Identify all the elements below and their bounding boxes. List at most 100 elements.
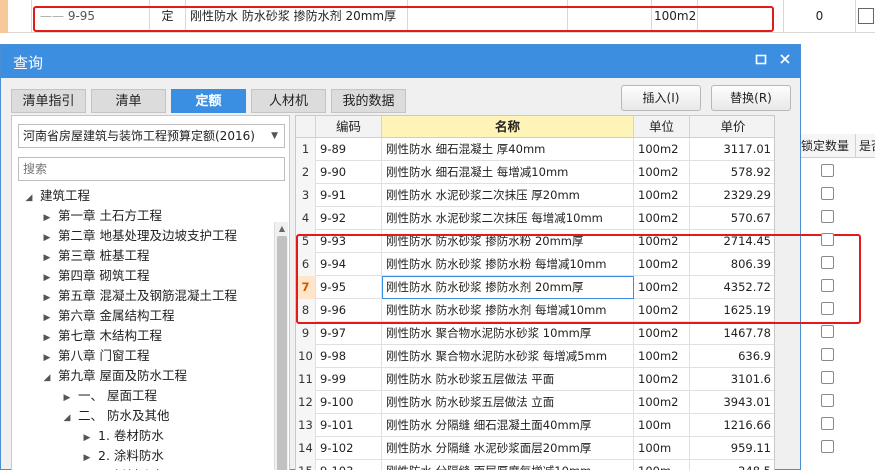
header-name[interactable]: 名称	[382, 116, 634, 138]
highlight-box-top	[33, 6, 774, 32]
tree-item[interactable]: ▶ 第四章 砌筑工程	[40, 266, 150, 288]
tab-list[interactable]: 清单	[91, 89, 166, 113]
cell-unit: 100m2	[634, 161, 690, 184]
tree-item[interactable]: ▶ 第七章 木结构工程	[40, 326, 162, 346]
bg-checkbox[interactable]	[858, 8, 874, 24]
tree-scrollbar[interactable]: ▲	[274, 222, 288, 470]
collapsed-arrow-icon[interactable]: ▶	[40, 208, 54, 228]
locked-qty-checkbox[interactable]	[821, 256, 834, 269]
scroll-up-icon[interactable]: ▲	[275, 222, 289, 236]
expanded-arrow-icon[interactable]: ◢	[40, 368, 54, 388]
table-row[interactable]: 11 9-99 刚性防水 防水砂浆五层做法 平面 100m2 3101.6	[296, 368, 774, 391]
collapsed-arrow-icon[interactable]: ▶	[40, 288, 54, 308]
scroll-thumb[interactable]	[277, 236, 287, 470]
close-icon[interactable]	[777, 53, 793, 69]
locked-qty-checkbox[interactable]	[821, 325, 834, 338]
cell-price: 3101.6	[690, 368, 774, 391]
cell-name: 刚性防水 水泥砂浆二次抹压 厚20mm	[382, 184, 634, 207]
cell-name: 刚性防水 防水砂浆五层做法 平面	[382, 368, 634, 391]
tree-item[interactable]: ▶3. 板材防水	[80, 466, 164, 470]
cell-price: 2329.29	[690, 184, 774, 207]
tree-item[interactable]: ▶ 第一章 土石方工程	[40, 206, 162, 226]
cell-price: 1216.66	[690, 414, 774, 437]
tree-item[interactable]: ▶ 第八章 门窗工程	[40, 346, 150, 368]
tree-item[interactable]: ▶ 第五章 混凝土及钢筋混凝土工程	[40, 286, 237, 306]
row-number: 1	[296, 138, 316, 161]
table-row[interactable]: 1 9-89 刚性防水 细石混凝土 厚40mm 100m2 3117.01	[296, 138, 774, 161]
collapsed-arrow-icon[interactable]: ▶	[80, 448, 94, 468]
cell-code: 9-89	[316, 138, 382, 161]
header-price[interactable]: 单价	[690, 116, 774, 138]
tree-item[interactable]: ▶ 第三章 桩基工程	[40, 246, 150, 268]
tree-item[interactable]: ▶ 1. 卷材防水	[80, 426, 164, 446]
tree-item-label: 2. 涂料防水	[98, 448, 164, 463]
locked-qty-checkbox[interactable]	[821, 279, 834, 292]
cell-name: 刚性防水 水泥砂浆二次抹压 每增减10mm	[382, 207, 634, 230]
collapsed-arrow-icon[interactable]: ▶	[60, 388, 74, 408]
cell-name: 刚性防水 聚合物水泥防水砂浆 每增减5mm	[382, 345, 634, 368]
tree-item[interactable]: ▶ 一、 屋面工程	[60, 386, 157, 406]
table-row[interactable]: 14 9-102 刚性防水 分隔缝 水泥砂浆面层20mm厚 100m 959.11	[296, 437, 774, 460]
table-row[interactable]: 13 9-101 刚性防水 分隔缝 细石混凝土面40mm厚 100m 1216.66	[296, 414, 774, 437]
insert-button[interactable]: 插入(I)	[621, 85, 701, 111]
quota-library-select[interactable]: 河南省房屋建筑与装饰工程预算定额(2016) ▼	[18, 124, 285, 148]
tree-item-label: 第二章 地基处理及边坡支护工程	[58, 228, 237, 243]
locked-qty-checkbox[interactable]	[821, 187, 834, 200]
cell-unit: 100m2	[634, 138, 690, 161]
tree-item-label: 第八章 门窗工程	[58, 348, 150, 363]
collapsed-arrow-icon[interactable]: ▶	[40, 268, 54, 288]
table-row[interactable]: 12 9-100 刚性防水 防水砂浆五层做法 立面 100m2 3943.01	[296, 391, 774, 414]
cell-unit: 100m	[634, 460, 690, 470]
header-code[interactable]: 编码	[316, 116, 382, 138]
tab-quota[interactable]: 定额	[171, 89, 246, 113]
collapsed-arrow-icon[interactable]: ▶	[40, 348, 54, 368]
row-number: 4	[296, 207, 316, 230]
expanded-arrow-icon[interactable]: ◢	[60, 408, 74, 428]
locked-qty-checkbox[interactable]	[821, 233, 834, 246]
tree-item[interactable]: ◢ 建筑工程	[22, 186, 90, 206]
tree-item[interactable]: ▶ 第二章 地基处理及边坡支护工程	[40, 226, 237, 246]
tab-labor-material-machine[interactable]: 人材机	[251, 89, 326, 113]
cell-unit: 100m2	[634, 391, 690, 414]
maximize-icon[interactable]	[753, 53, 769, 69]
tab-list-guide[interactable]: 清单指引	[11, 89, 86, 113]
replace-button[interactable]: 替换(R)	[711, 85, 791, 111]
locked-qty-checkbox[interactable]	[821, 348, 834, 361]
cell-name: 刚性防水 防水砂浆五层做法 立面	[382, 391, 634, 414]
locked-qty-checkbox[interactable]	[821, 371, 834, 384]
locked-qty-checkbox[interactable]	[821, 210, 834, 223]
search-input[interactable]	[18, 157, 285, 181]
locked-qty-checkbox[interactable]	[821, 417, 834, 430]
cell-code: 9-97	[316, 322, 382, 345]
tab-my-data[interactable]: 我的数据	[331, 89, 406, 113]
table-row[interactable]: 3 9-91 刚性防水 水泥砂浆二次抹压 厚20mm 100m2 2329.29	[296, 184, 774, 207]
collapsed-arrow-icon[interactable]: ▶	[40, 228, 54, 248]
row-marker	[0, 0, 8, 33]
locked-qty-checkbox[interactable]	[821, 394, 834, 407]
table-row[interactable]: 2 9-90 刚性防水 细石混凝土 每增减10mm 100m2 578.92	[296, 161, 774, 184]
table-row[interactable]: 10 9-98 刚性防水 聚合物水泥防水砂浆 每增减5mm 100m2 636.9	[296, 345, 774, 368]
row-number: 14	[296, 437, 316, 460]
collapsed-arrow-icon[interactable]: ▶	[40, 248, 54, 268]
collapsed-arrow-icon[interactable]: ▶	[40, 308, 54, 328]
tree-item[interactable]: ▶ 2. 涂料防水	[80, 446, 164, 466]
table-row[interactable]: 9 9-97 刚性防水 聚合物水泥防水砂浆 10mm厚 100m2 1467.78	[296, 322, 774, 345]
locked-qty-checkbox[interactable]	[821, 302, 834, 315]
table-row[interactable]: 4 9-92 刚性防水 水泥砂浆二次抹压 每增减10mm 100m2 570.67	[296, 207, 774, 230]
locked-qty-checkbox[interactable]	[821, 440, 834, 453]
table-row[interactable]: 159-103刚性防水 分隔缝 面层厚度每增减10mm100m248.5	[296, 460, 774, 470]
tree-item[interactable]: ◢ 二、 防水及其他	[60, 406, 170, 428]
expanded-arrow-icon[interactable]: ◢	[22, 188, 36, 208]
dialog-titlebar[interactable]: 查询	[1, 45, 800, 78]
cell-name: 刚性防水 细石混凝土 每增减10mm	[382, 161, 634, 184]
cell-unit: 100m2	[634, 322, 690, 345]
cell-name: 刚性防水 分隔缝 水泥砂浆面层20mm厚	[382, 437, 634, 460]
collapsed-arrow-icon[interactable]: ▶	[40, 328, 54, 348]
tree-item[interactable]: ▶ 第六章 金属结构工程	[40, 306, 175, 328]
tree-item-label: 第七章 木结构工程	[58, 328, 162, 343]
locked-qty-checkbox[interactable]	[821, 164, 834, 177]
collapsed-arrow-icon[interactable]: ▶	[80, 428, 94, 448]
tree-item[interactable]: ◢ 第九章 屋面及防水工程	[40, 366, 187, 386]
tree-item-label: 第三章 桩基工程	[58, 248, 150, 263]
header-unit[interactable]: 单位	[634, 116, 690, 138]
